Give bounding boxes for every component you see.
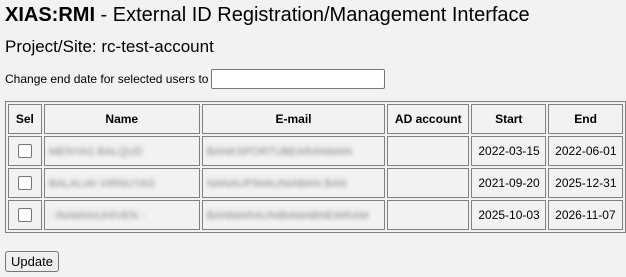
- name-cell: BALALIAI VIRNUYAS: [43, 168, 200, 198]
- select-checkbox[interactable]: [17, 144, 32, 159]
- title-separator: -: [95, 4, 113, 26]
- email-cell: NANAUPIMAUNIABAN BAN: [201, 168, 386, 198]
- header-end: End: [548, 104, 623, 134]
- start-date-cell: 2022-03-15: [471, 136, 547, 166]
- table-row: MENYAS BALQUD BANKSPORTUBEARANMAN 2022-0…: [8, 136, 623, 166]
- change-end-date-row: Change end date for selected users to: [5, 69, 386, 89]
- user-email: NANAUPIMAUNIABAN BAN: [206, 178, 347, 190]
- email-cell: BANKSPORTUBEARANMAN: [201, 136, 386, 166]
- project-label: Project/Site:: [5, 37, 97, 56]
- project-value: rc-test-account: [101, 37, 214, 56]
- select-checkbox[interactable]: [17, 208, 32, 223]
- header-email: E-mail: [201, 104, 386, 134]
- user-email: BANMARAUNIBAMABNEWRAM: [206, 210, 369, 222]
- header-sel: Sel: [8, 104, 42, 134]
- app-long-name: External ID Registration/Management Inte…: [112, 4, 530, 26]
- table-header-row: Sel Name E-mail AD account Start End: [8, 104, 623, 134]
- end-date-input[interactable]: [211, 69, 386, 89]
- ad-account-cell: [387, 168, 470, 198]
- end-date-cell: 2022-06-01: [548, 136, 623, 166]
- table-row: - INAMIAIUHIVEN - BANMARAUNIBAMABNEWRAM …: [8, 200, 623, 230]
- header-name: Name: [43, 104, 200, 134]
- project-site-line: Project/Site: rc-test-account: [5, 36, 214, 58]
- select-checkbox[interactable]: [17, 176, 32, 191]
- end-date-cell: 2025-12-31: [548, 168, 623, 198]
- ad-account-cell: [387, 200, 470, 230]
- ad-account-cell: [387, 136, 470, 166]
- email-cell: BANMARAUNIBAMABNEWRAM: [201, 200, 386, 230]
- user-name: BALALIAI VIRNUYAS: [48, 178, 155, 190]
- user-email: BANKSPORTUBEARANMAN: [206, 146, 353, 158]
- select-cell: [8, 200, 42, 230]
- select-cell: [8, 168, 42, 198]
- start-date-cell: 2025-10-03: [471, 200, 547, 230]
- name-cell: - INAMIAIUHIVEN -: [43, 200, 200, 230]
- header-ad-account: AD account: [387, 104, 470, 134]
- start-date-cell: 2021-09-20: [471, 168, 547, 198]
- select-cell: [8, 136, 42, 166]
- user-name: - INAMIAIUHIVEN -: [48, 210, 145, 222]
- table-row: BALALIAI VIRNUYAS NANAUPIMAUNIABAN BAN 2…: [8, 168, 623, 198]
- header-start: Start: [471, 104, 547, 134]
- user-name: MENYAS BALQUD: [48, 146, 143, 158]
- update-button[interactable]: Update: [5, 251, 59, 272]
- change-end-date-label: Change end date for selected users to: [5, 72, 209, 86]
- name-cell: MENYAS BALQUD: [43, 136, 200, 166]
- users-table: Sel Name E-mail AD account Start End MEN…: [5, 101, 626, 233]
- page-title: XIAS:RMI - External ID Registration/Mana…: [5, 3, 530, 27]
- app-short-name: XIAS:RMI: [5, 4, 95, 26]
- end-date-cell: 2026-11-07: [548, 200, 623, 230]
